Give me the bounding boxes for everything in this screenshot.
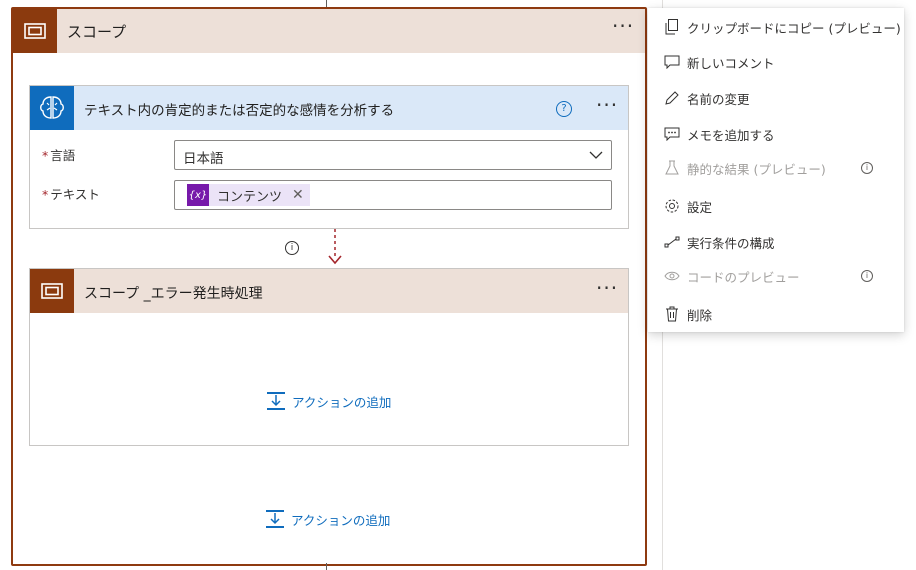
- token-label: コンテンツ: [217, 189, 283, 205]
- inner-add-action-label: アクションの追加: [292, 394, 392, 410]
- outer-scope-header[interactable]: スコープ ···: [13, 9, 645, 53]
- outer-add-action-label: アクションの追加: [291, 512, 391, 528]
- outer-add-action-button[interactable]: アクションの追加: [265, 509, 390, 529]
- comment-icon: [664, 54, 680, 70]
- dynamic-content-token[interactable]: {x} コンテンツ ✕: [187, 184, 310, 206]
- gear-icon: [664, 198, 680, 214]
- remove-token-icon[interactable]: ✕: [292, 187, 304, 203]
- note-icon: [664, 126, 680, 142]
- inner-scope-card: スコープ _エラー発生時処理 ··· アクションの追加: [29, 268, 629, 446]
- add-action-icon: [267, 392, 285, 410]
- menu-item-static-result[interactable]: 静的な結果 (プレビュー) i: [648, 151, 904, 185]
- info-icon[interactable]: i: [861, 162, 873, 174]
- menu-item-add-note[interactable]: メモを追加する: [648, 117, 904, 151]
- inner-scope-more-button[interactable]: ···: [596, 278, 618, 298]
- outer-scope-title: スコープ: [67, 23, 127, 41]
- copy-icon: [664, 19, 680, 35]
- required-mark: *: [42, 187, 49, 202]
- menu-item-settings[interactable]: 設定: [648, 189, 904, 223]
- menu-item-new-comment[interactable]: 新しいコメント: [648, 45, 904, 79]
- scope-icon: [30, 269, 74, 313]
- context-menu: クリップボードにコピー (プレビュー) 新しいコメント 名前の変更 メモを追加す…: [648, 8, 904, 332]
- connector-info-icon[interactable]: i: [285, 241, 299, 255]
- variable-icon: {x}: [187, 184, 209, 206]
- inner-scope-header[interactable]: スコープ _エラー発生時処理 ···: [30, 269, 628, 313]
- language-label: * 言語: [42, 148, 76, 163]
- run-after-arrow-icon: [328, 229, 342, 265]
- menu-item-run-after[interactable]: 実行条件の構成: [648, 225, 904, 259]
- eye-icon: [664, 268, 680, 284]
- inner-add-action-button[interactable]: アクションの追加: [266, 391, 391, 411]
- add-action-icon: [266, 510, 284, 528]
- inner-scope-title: スコープ _エラー発生時処理: [84, 286, 263, 302]
- chevron-down-icon: [589, 151, 603, 159]
- menu-item-peek-code[interactable]: コードのプレビュー i: [648, 259, 904, 293]
- language-dropdown[interactable]: 日本語: [174, 140, 612, 170]
- info-icon[interactable]: i: [861, 270, 873, 282]
- menu-item-delete[interactable]: 削除: [648, 297, 904, 331]
- sentiment-action-card: テキスト内の肯定的または否定的な感情を分析する ? ··· * 言語 日本語 * テ…: [29, 85, 629, 229]
- scope-icon: [13, 9, 57, 53]
- run-after-icon: [664, 234, 680, 250]
- required-mark: *: [42, 148, 49, 163]
- ai-brain-icon: [30, 86, 74, 130]
- menu-item-copy[interactable]: クリップボードにコピー (プレビュー): [648, 10, 904, 44]
- sentiment-action-more-button[interactable]: ···: [596, 95, 618, 115]
- flask-icon: [664, 160, 680, 176]
- bottom-connector-line: [326, 563, 327, 570]
- sentiment-action-title: テキスト内の肯定的または否定的な感情を分析する: [84, 103, 395, 119]
- outer-scope-more-button[interactable]: ···: [612, 16, 634, 36]
- rename-pencil-icon: [664, 90, 680, 106]
- trash-icon: [664, 306, 680, 322]
- text-input-field[interactable]: {x} コンテンツ ✕: [174, 180, 612, 210]
- language-dropdown-value: 日本語: [183, 151, 224, 167]
- menu-item-rename[interactable]: 名前の変更: [648, 81, 904, 115]
- text-label: * テキスト: [42, 187, 100, 202]
- sentiment-action-header[interactable]: テキスト内の肯定的または否定的な感情を分析する ? ···: [30, 86, 628, 130]
- help-icon[interactable]: ?: [556, 101, 572, 117]
- outer-scope-card: スコープ ··· テキスト内の肯定的または否定的な感情を分析する ? ··· *…: [11, 7, 647, 566]
